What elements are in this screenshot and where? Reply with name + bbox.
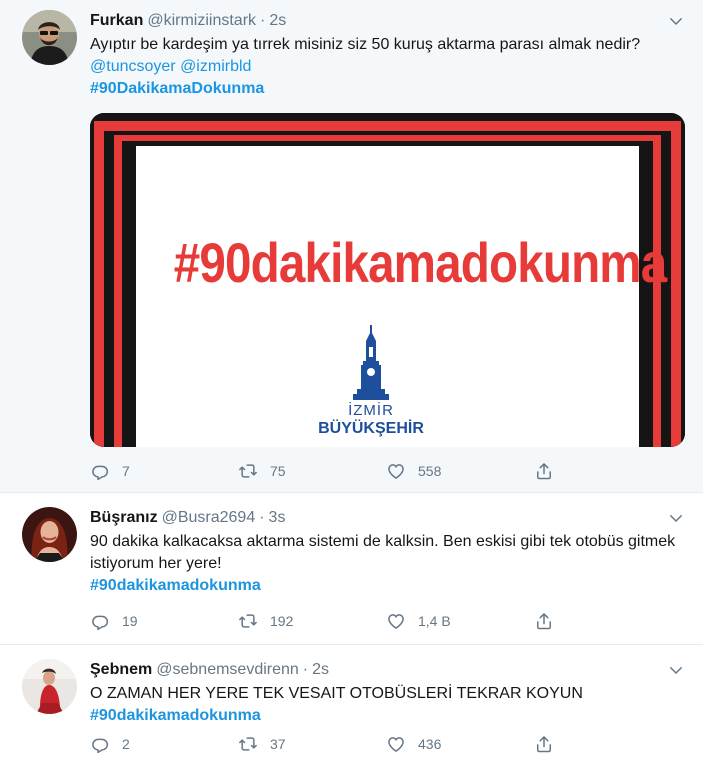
reply-button[interactable]: 19 <box>90 611 238 631</box>
avatar[interactable] <box>22 507 77 562</box>
timestamp[interactable]: 2s <box>269 12 286 29</box>
logo-text-buyuksehir: BÜYÜKŞEHİR <box>318 420 424 437</box>
chevron-down-icon[interactable] <box>667 12 685 30</box>
user-handle[interactable]: @sebnemsevdirenn <box>156 661 299 678</box>
like-icon <box>386 611 406 631</box>
user-handle[interactable]: @Busra2694 <box>162 509 256 526</box>
tweet-header: Furkan @kirmiziinstark · 2s <box>90 10 685 32</box>
timeline: Furkan @kirmiziinstark · 2s Ayıptır be kard… <box>0 0 703 763</box>
share-icon <box>534 461 554 481</box>
timestamp[interactable]: 2s <box>312 661 329 678</box>
tweet-actions: 19 192 1,4 B <box>90 609 566 633</box>
display-name[interactable]: Şebnem <box>90 661 152 678</box>
tweet-text: Ayıptır be kardeşim ya tırrek misiniz si… <box>90 34 685 100</box>
retweet-count: 192 <box>270 613 294 629</box>
tweet-body: O ZAMAN HER YERE TEK VESAIT OTOBÜSLERİ T… <box>90 685 583 702</box>
logo-text-izmir: İZMİR <box>348 402 394 419</box>
share-button[interactable] <box>534 611 566 631</box>
share-button[interactable] <box>534 461 566 481</box>
tweet[interactable]: Furkan @kirmiziinstark · 2s Ayıptır be kard… <box>0 0 703 493</box>
tweet-text: 90 dakika kalkacaksa aktarma sistemi de … <box>90 531 680 597</box>
retweet-icon <box>238 734 258 754</box>
retweet-count: 37 <box>270 736 286 752</box>
like-icon <box>386 734 406 754</box>
separator-dot: · <box>302 661 309 678</box>
like-icon <box>386 461 406 481</box>
reply-button[interactable]: 7 <box>90 461 238 481</box>
retweet-button[interactable]: 37 <box>238 734 386 754</box>
reply-icon <box>90 611 110 631</box>
reply-count: 19 <box>122 613 138 629</box>
retweet-button[interactable]: 192 <box>238 611 386 631</box>
timestamp[interactable]: 3s <box>269 509 286 526</box>
tweet[interactable]: Büşranız @Busra2694 · 3s 90 dakika kalkacak… <box>0 493 703 645</box>
tweet-media[interactable]: #90dakikamadokunma İZMİR BÜYÜKŞEHİR <box>90 113 685 447</box>
retweet-count: 75 <box>270 463 286 479</box>
separator-dot: · <box>259 509 265 526</box>
avatar[interactable] <box>22 659 77 714</box>
like-button[interactable]: 558 <box>386 461 534 481</box>
chevron-down-icon[interactable] <box>667 661 685 679</box>
retweet-button[interactable]: 75 <box>238 461 386 481</box>
reply-count: 2 <box>122 736 130 752</box>
hashtag-link[interactable]: #90dakikamadokunma <box>90 707 261 724</box>
tweet-body: 90 dakika kalkacaksa aktarma sistemi de … <box>90 533 676 572</box>
like-button[interactable]: 1,4 B <box>386 611 534 631</box>
retweet-icon <box>238 611 258 631</box>
like-button[interactable]: 436 <box>386 734 534 754</box>
tweet-actions: 7 75 558 <box>90 459 566 483</box>
reply-icon <box>90 461 110 481</box>
tweet-header: Şebnem @sebnemsevdirenn · 2s <box>90 659 685 681</box>
like-count: 1,4 B <box>418 613 451 629</box>
retweet-icon <box>238 461 258 481</box>
reply-button[interactable]: 2 <box>90 734 238 754</box>
tweet-body: Ayıptır be kardeşim ya tırrek misiniz si… <box>90 36 641 53</box>
mention-link[interactable]: @izmirbld <box>180 58 251 75</box>
separator-dot: · <box>260 12 266 29</box>
like-count: 558 <box>418 463 442 479</box>
reply-icon <box>90 734 110 754</box>
hashtag-link[interactable]: #90dakikamadokunma <box>90 577 261 594</box>
reply-count: 7 <box>122 463 130 479</box>
tweet-header: Büşranız @Busra2694 · 3s <box>90 507 685 529</box>
display-name[interactable]: Furkan <box>90 12 143 29</box>
share-icon <box>534 734 554 754</box>
poster-headline: #90dakikamadokunma <box>173 231 668 294</box>
mention-link[interactable]: @tuncsoyer <box>90 58 176 75</box>
user-handle[interactable]: @kirmiziinstark <box>147 12 256 29</box>
hashtag-link[interactable]: #90DakikamaDokunma <box>90 80 264 97</box>
share-icon <box>534 611 554 631</box>
tweet[interactable]: Şebnem @sebnemsevdirenn · 2s O ZAMAN HER YE… <box>0 645 703 763</box>
avatar[interactable] <box>22 10 77 65</box>
tweet-text: O ZAMAN HER YERE TEK VESAIT OTOBÜSLERİ T… <box>90 683 685 727</box>
chevron-down-icon[interactable] <box>667 509 685 527</box>
like-count: 436 <box>418 736 442 752</box>
display-name[interactable]: Büşranız <box>90 509 158 526</box>
share-button[interactable] <box>534 734 566 754</box>
tweet-actions: 2 37 436 <box>90 732 566 756</box>
